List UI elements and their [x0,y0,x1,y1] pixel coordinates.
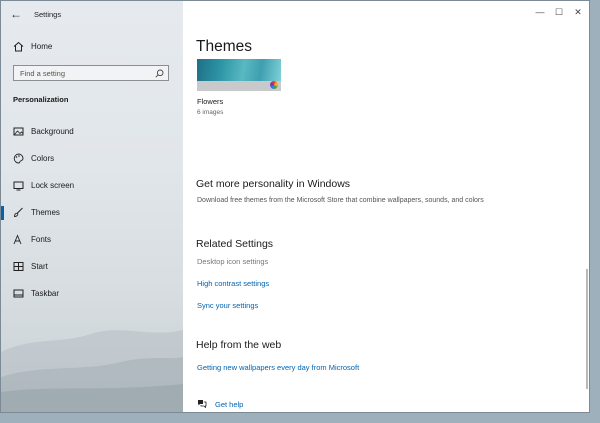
desktop-icon-settings-link[interactable]: Desktop icon settings [197,257,268,266]
sidebar-item-home[interactable]: Home [1,36,183,58]
high-contrast-settings-link[interactable]: High contrast settings [197,279,269,288]
start-grid-icon [13,262,24,271]
theme-preview[interactable] [197,59,281,91]
home-icon [13,41,24,52]
sync-settings-link[interactable]: Sync your settings [197,301,258,310]
close-icon: ✕ [574,7,582,17]
page-title: Themes [196,38,252,55]
sidebar-item-label: Start [31,262,48,271]
taskbar-icon [13,289,24,298]
theme-preview-strip [197,81,281,91]
sidebar-item-label: Fonts [31,235,52,244]
sidebar-item-taskbar[interactable]: Taskbar [1,283,183,305]
sidebar: ← Settings Home Find a setting Personali… [1,1,183,412]
personality-heading: Get more personality in Windows [196,178,351,190]
sidebar-item-label: Home [31,42,53,51]
search-input[interactable]: Find a setting [13,65,169,81]
title-bar: ← Settings [1,1,183,29]
brush-icon [14,207,23,217]
sidebar-item-fonts[interactable]: Fonts [1,229,183,251]
theme-name: Flowers [197,97,224,106]
close-button[interactable]: ✕ [569,5,587,19]
search-placeholder: Find a setting [20,69,66,78]
maximize-button[interactable]: ☐ [550,5,568,19]
picture-icon [13,127,24,136]
app-title: Settings [34,10,62,19]
maximize-icon: ☐ [554,7,564,17]
color-wheel-icon [270,81,278,89]
sidebar-item-label: Taskbar [31,289,60,298]
sidebar-item-colors[interactable]: Colors [1,148,183,170]
palette-icon [13,153,24,164]
search-icon [155,69,164,78]
back-button[interactable]: ← [7,5,25,23]
help-heading: Help from the web [196,339,282,351]
main-content: — ☐ ✕ Themes Flowers 6 images Get more p… [183,1,589,412]
get-help-link[interactable]: Get help [215,400,243,409]
section-title: Personalization [13,95,69,104]
settings-window: ← Settings Home Find a setting Personali… [0,0,590,413]
personality-description: Download free themes from the Microsoft … [197,197,484,204]
minimize-icon: — [535,7,545,17]
lock-screen-icon [13,181,24,191]
sidebar-item-background[interactable]: Background [1,121,183,143]
sidebar-item-start[interactable]: Start [1,256,183,278]
sidebar-item-lock-screen[interactable]: Lock screen [1,175,183,197]
related-settings-heading: Related Settings [196,238,274,250]
scrollbar[interactable] [586,269,588,389]
sidebar-item-label: Background [31,127,74,136]
theme-image-count: 6 images [197,109,224,116]
wallpapers-link[interactable]: Getting new wallpapers every day from Mi… [197,363,359,372]
back-arrow-icon: ← [10,7,22,21]
sidebar-item-label: Lock screen [31,181,75,190]
font-icon [13,234,22,245]
theme-wallpaper-preview [197,59,281,81]
sidebar-item-label: Colors [31,154,55,163]
sidebar-item-themes[interactable]: Themes [1,202,183,224]
minimize-button[interactable]: — [531,5,549,19]
active-indicator [1,206,4,220]
chat-help-icon [198,400,207,408]
sidebar-item-label: Themes [31,208,60,217]
